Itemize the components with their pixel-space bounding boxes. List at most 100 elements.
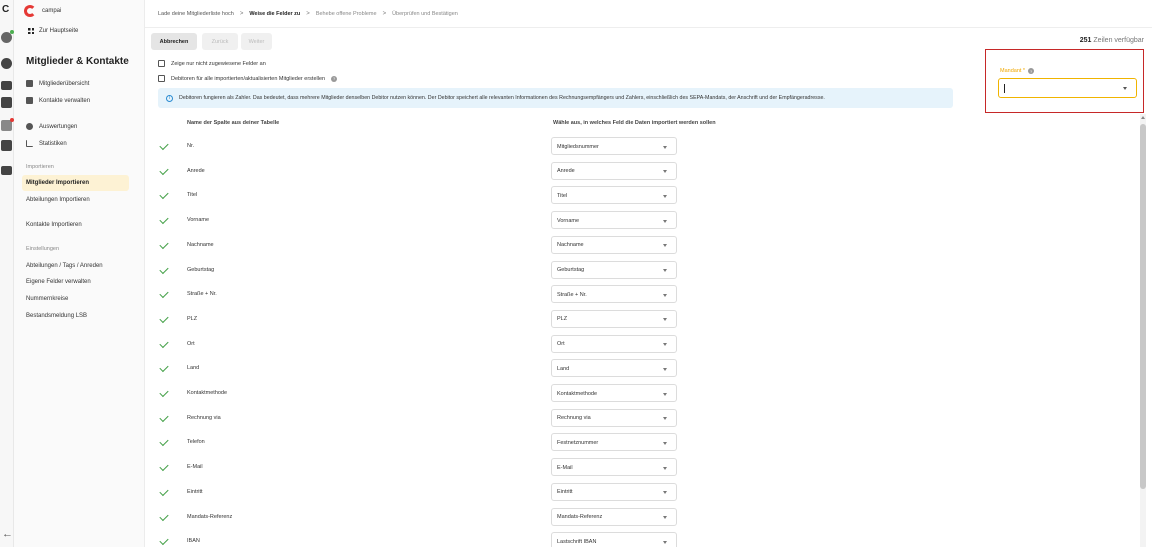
chevron-down-icon <box>663 417 667 421</box>
brand[interactable]: campai <box>24 5 61 17</box>
mandant-select[interactable] <box>998 78 1137 98</box>
target-field-select[interactable]: Festnetznummer <box>551 433 677 452</box>
target-field-value: Festnetznummer <box>557 439 599 446</box>
scrollbar[interactable] <box>1139 114 1147 547</box>
show-unassigned-checkbox[interactable] <box>158 60 165 67</box>
sidebar-item-statistiken[interactable]: Statistiken <box>26 140 67 147</box>
target-field-select[interactable]: Anrede <box>551 161 677 180</box>
help-icon[interactable]: ? <box>1028 68 1035 74</box>
rows-label: Zeilen verfügbar <box>1093 37 1144 44</box>
table-row: Geburtstag Geburtstag <box>158 259 1133 284</box>
table-row: Telefon Festnetznummer <box>158 431 1133 456</box>
help-icon[interactable]: ? <box>331 75 338 82</box>
sidebar-link-mitglieder-importieren[interactable]: Mitglieder Importieren <box>26 180 89 186</box>
chevron-down-icon <box>663 466 667 470</box>
calendar-rail-icon[interactable] <box>1 97 12 108</box>
create-debtors-checkbox[interactable] <box>158 75 165 82</box>
breadcrumb-step-upload[interactable]: Lade deine Mitgliederliste hoch <box>158 11 234 17</box>
chevron-down-icon <box>663 540 667 544</box>
table-row: Eintritt Eintritt <box>158 481 1133 506</box>
chevron-down-icon <box>663 491 667 495</box>
back-button[interactable]: Zurück <box>202 33 238 50</box>
sidebar-link-nummernkreise[interactable]: Nummernkreise <box>26 296 68 302</box>
chevron-down-icon <box>1123 87 1127 90</box>
mandant-label-text: Mandant * <box>1000 68 1026 74</box>
show-unassigned-option[interactable]: Zeige nur nicht zugewiesene Felder an <box>158 60 266 67</box>
sidebar-link-kontakte-importieren[interactable]: Kontakte Importieren <box>26 222 82 228</box>
target-field-select[interactable]: Ort <box>551 334 677 353</box>
table-row: Straße + Nr. Straße + Nr. <box>158 283 1133 308</box>
sidebar-item-kontakte[interactable]: Kontakte verwalten <box>26 97 90 104</box>
target-field-select[interactable]: Eintritt <box>551 482 677 501</box>
target-field-value: Rechnung via <box>557 415 591 422</box>
target-field-select[interactable]: Rechnung via <box>551 408 677 427</box>
check-icon <box>159 264 169 274</box>
finance-rail-icon[interactable] <box>1 81 12 90</box>
target-field-select[interactable]: Land <box>551 359 677 378</box>
target-field-select[interactable]: Geburtstag <box>551 260 677 279</box>
target-field-value: PLZ <box>557 316 568 323</box>
target-field-select[interactable]: Nachname <box>551 235 677 254</box>
sidebar-link-bestandsmeldung[interactable]: Bestandsmeldung LSB <box>26 313 87 319</box>
create-debtors-option[interactable]: Debitoren für alle importierten/aktualis… <box>158 75 338 82</box>
target-field-select[interactable]: Mitgliedsnummer <box>551 137 677 155</box>
source-column-name: Vorname <box>187 217 210 224</box>
scroll-up-icon[interactable] <box>1141 116 1145 119</box>
sidebar-section-import: Importieren <box>26 164 54 170</box>
target-field-select[interactable]: Vorname <box>551 211 677 230</box>
line-chart-icon <box>26 140 33 147</box>
source-column-name: Ort <box>187 340 195 347</box>
breadcrumb-step-confirm: Überprüfen und Bestätigen <box>392 10 458 17</box>
sidebar-link-abteilungen-importieren[interactable]: Abteilungen Importieren <box>26 197 90 203</box>
chevron-right-icon: > <box>382 10 387 17</box>
target-field-select[interactable]: PLZ <box>551 309 677 328</box>
target-field-select[interactable]: Straße + Nr. <box>551 285 677 304</box>
sidebar-item-label: Kontakte verwalten <box>39 97 91 104</box>
rows-count: 251 <box>1079 37 1092 44</box>
sidebar-link-abteilungen-tags[interactable]: Abteilungen / Tags / Anreden <box>26 263 103 269</box>
members-rail-icon[interactable] <box>1 58 12 69</box>
chevron-down-icon <box>663 293 667 297</box>
check-icon <box>159 289 169 299</box>
table-row: E-Mail E-Mail <box>158 456 1133 481</box>
column-header-source: Name der Spalte aus deiner Tabelle <box>187 120 280 126</box>
target-field-value: Mitgliedsnummer <box>557 143 599 150</box>
sidebar-item-label: Auswertungen <box>39 123 78 130</box>
check-icon <box>159 313 169 323</box>
source-column-name: Nr. <box>187 143 195 149</box>
target-field-select[interactable]: Kontaktmethode <box>551 384 677 402</box>
app-root: C ← campai Zur Hauptseite Mitglieder & K… <box>0 0 1152 547</box>
chevron-right-icon: > <box>239 10 244 17</box>
target-field-value: E-Mail <box>557 464 573 471</box>
sidebar-item-mitgliederuebersicht[interactable]: Mitgliederübersicht <box>26 80 89 87</box>
target-field-select[interactable]: Lastschrift IBAN <box>551 532 677 547</box>
shop-rail-icon[interactable] <box>1 118 14 131</box>
rows-available: 251 Zeilen verfügbar <box>1080 37 1144 44</box>
collapse-arrow-icon[interactable]: ← <box>2 528 13 540</box>
sidebar-link-eigene-felder[interactable]: Eigene Felder verwalten <box>26 279 91 285</box>
source-column-name: Rechnung via <box>187 414 221 421</box>
check-icon <box>159 190 169 200</box>
table-rail-icon[interactable] <box>1 140 12 151</box>
check-icon <box>159 437 169 447</box>
table-row: IBAN Lastschrift IBAN <box>158 530 1133 547</box>
table-row: Nachname Nachname <box>158 234 1133 259</box>
target-field-select[interactable]: Titel <box>551 186 677 205</box>
home-rail-icon[interactable] <box>1 30 14 43</box>
show-unassigned-label: Zeige nur nicht zugewiesene Felder an <box>171 60 266 67</box>
target-field-select[interactable]: Mandats-Referenz <box>551 507 677 526</box>
sidebar-item-auswertungen[interactable]: Auswertungen <box>26 123 77 130</box>
next-button[interactable]: Weiter <box>241 33 272 50</box>
chat-rail-icon[interactable] <box>1 166 12 175</box>
target-field-select[interactable]: E-Mail <box>551 458 677 477</box>
source-column-name: Land <box>187 365 200 372</box>
scrollbar-thumb[interactable] <box>1140 124 1146 489</box>
chevron-down-icon <box>663 194 667 198</box>
address-book-icon <box>26 97 33 104</box>
target-field-value: Titel <box>557 192 568 199</box>
table-row: Vorname Vorname <box>158 209 1133 234</box>
cancel-button[interactable]: Abbrechen <box>151 33 197 50</box>
chevron-down-icon <box>663 145 667 149</box>
home-link[interactable]: Zur Hauptseite <box>28 28 78 34</box>
campai-rail-logo-icon[interactable]: C <box>2 4 9 15</box>
